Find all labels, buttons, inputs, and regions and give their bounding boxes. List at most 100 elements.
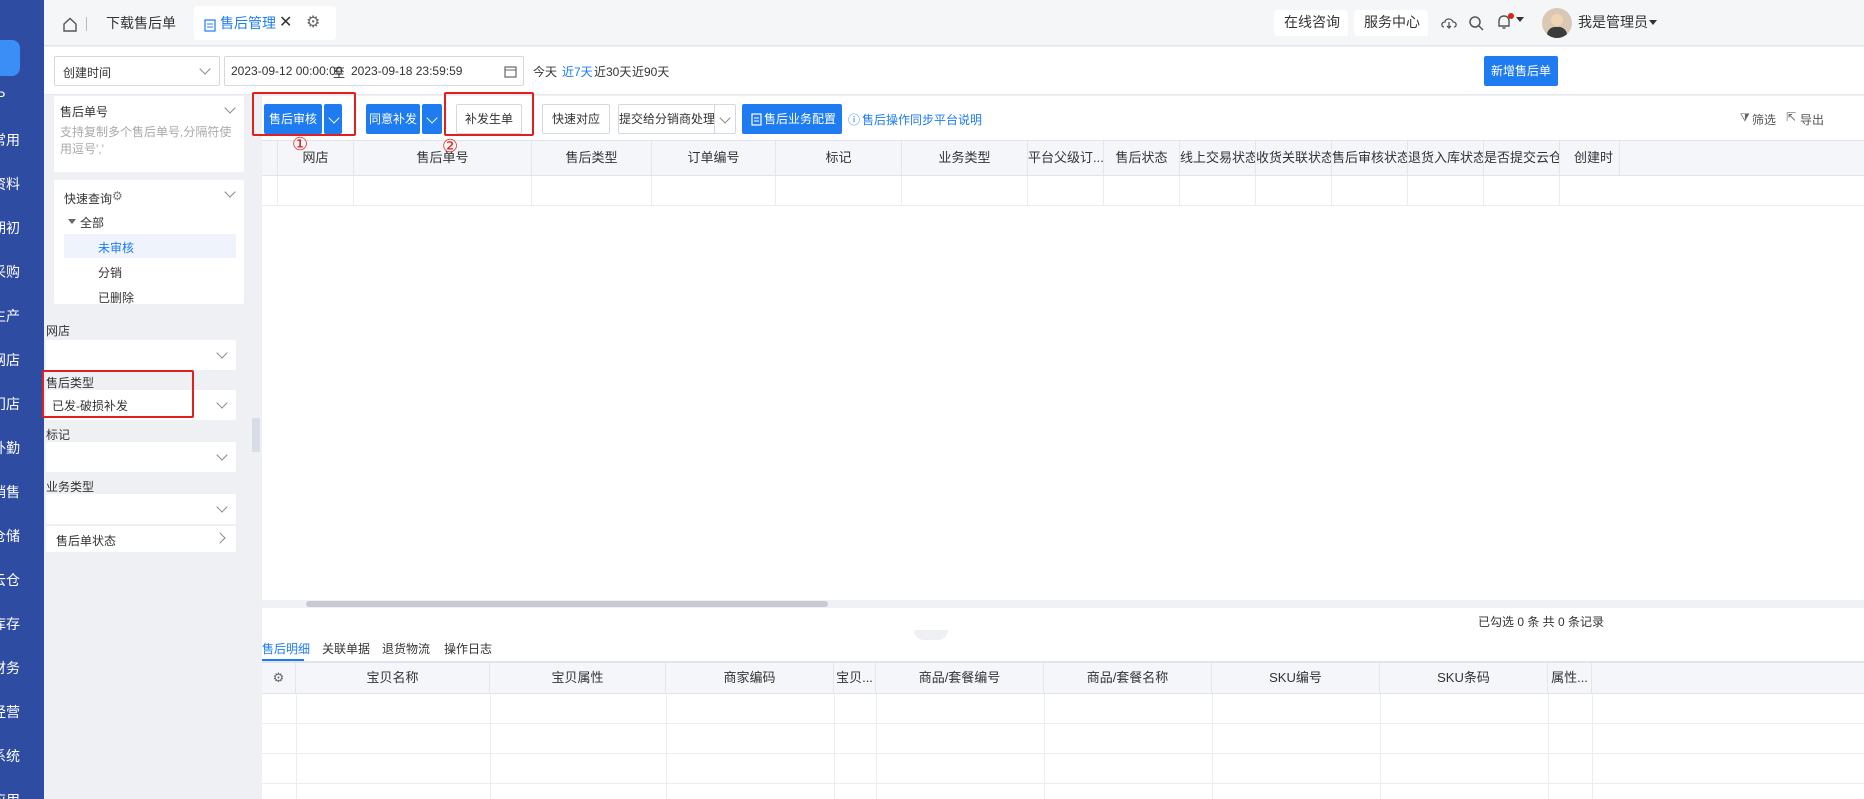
nav-item-opening[interactable]: 期初 <box>0 218 20 238</box>
column-header[interactable]: 属性... <box>1548 663 1592 693</box>
user-menu-caret-icon[interactable] <box>1649 20 1657 25</box>
column-header[interactable]: 平台父级订... <box>1028 141 1104 175</box>
nav-item-finance[interactable]: 财务 <box>0 658 20 678</box>
submit-distributor-button[interactable]: 提交给分销商处理 <box>618 104 716 134</box>
nav-item-data[interactable]: 资料 <box>0 174 20 194</box>
nav-item-store[interactable]: 门店 <box>0 394 20 414</box>
order-no-textarea[interactable]: 支持复制多个售后单号,分隔符使用逗号',' <box>60 124 240 158</box>
nav-item-common[interactable]: 常用 <box>0 130 20 150</box>
column-header[interactable]: 售后审核状态 <box>1332 141 1408 175</box>
tree-item-unaudited[interactable]: 未审核 <box>98 239 134 256</box>
new-aftersale-button[interactable]: 新增售后单 <box>1484 56 1558 86</box>
column-header[interactable]: 线上交易状态 <box>1180 141 1256 175</box>
chevron-down-icon[interactable] <box>224 186 236 198</box>
column-header[interactable]: 宝贝属性 <box>490 663 666 693</box>
column-header[interactable]: 网店 <box>278 141 354 175</box>
nav-item-field[interactable]: 外勤 <box>0 438 20 458</box>
quick-match-button[interactable]: 快速对应 <box>542 104 610 134</box>
tree-item-deleted[interactable]: 已删除 <box>98 289 134 306</box>
column-header[interactable]: 宝贝名称 <box>296 663 490 693</box>
column-header[interactable]: 订单编号 <box>652 141 776 175</box>
column-header[interactable]: 商品/套餐编号 <box>876 663 1044 693</box>
config-button[interactable]: 售后业务配置 <box>742 104 842 134</box>
nav-item-cloud-warehouse[interactable]: 云仓 <box>0 570 20 590</box>
nav-item-production[interactable]: 生产 <box>0 306 20 326</box>
business-type-select[interactable] <box>46 494 236 524</box>
horizontal-scrollbar[interactable] <box>262 600 1864 608</box>
nav-item-purchase[interactable]: 采购 <box>0 262 20 282</box>
chevron-down-icon[interactable] <box>224 102 236 114</box>
date-range-picker[interactable]: 2023-09-12 00:00:00 至 2023-09-18 23:59:5… <box>224 56 524 86</box>
date-field-select[interactable]: 创建时间 <box>54 56 220 86</box>
online-consult-button[interactable]: 在线咨询 <box>1284 12 1340 32</box>
range-30days[interactable]: 近30天 <box>594 63 631 80</box>
column-header[interactable]: 创建时 <box>1560 141 1620 175</box>
tree-item-distribution[interactable]: 分销 <box>98 264 122 281</box>
column-header[interactable]: 售后类型 <box>532 141 652 175</box>
column-header[interactable]: 退货入库状态 <box>1408 141 1484 175</box>
mark-select[interactable] <box>46 442 236 472</box>
column-checkbox[interactable] <box>262 141 278 175</box>
export-icon[interactable]: ⇱ <box>1786 110 1796 124</box>
table-row <box>262 754 1864 784</box>
settings-icon[interactable]: ⚙ <box>112 189 123 203</box>
help-link[interactable]: 售后操作同步平台说明 <box>862 111 982 128</box>
agree-resend-button[interactable]: 同意补发 <box>366 104 420 134</box>
column-header[interactable]: 收货关联状态 <box>1256 141 1332 175</box>
tab-aftersale-detail[interactable]: 售后明细 <box>262 640 310 657</box>
service-center-button[interactable]: 服务中心 <box>1364 12 1420 32</box>
tab-operation-log[interactable]: 操作日志 <box>444 640 492 657</box>
tab-download-aftersale[interactable]: 下载售后单 <box>106 10 176 36</box>
home-icon[interactable] <box>62 17 78 32</box>
column-header[interactable]: SKU条码 <box>1380 663 1548 693</box>
calendar-icon[interactable] <box>504 65 517 78</box>
column-header[interactable]: 商品/套餐名称 <box>1044 663 1212 693</box>
close-tab-icon[interactable]: ✕ <box>279 10 292 36</box>
tab-return-logistics[interactable]: 退货物流 <box>382 640 430 657</box>
caret-down-icon[interactable] <box>1516 17 1524 22</box>
nav-item-sales[interactable]: 销售 <box>0 482 20 502</box>
scrollbar-thumb[interactable] <box>306 601 828 607</box>
range-today[interactable]: 今天 <box>533 63 557 80</box>
order-status-filter[interactable]: 售后单状态 <box>46 526 236 552</box>
tree-root-all[interactable]: 全部 <box>80 214 104 231</box>
tab-related-docs[interactable]: 关联单据 <box>322 640 370 657</box>
date-start-input[interactable]: 2023-09-12 00:00:00 <box>231 64 342 78</box>
export-button[interactable]: 导出 <box>1800 111 1824 128</box>
nav-item-apps[interactable]: 应用 <box>0 790 20 799</box>
tree-expand-icon[interactable] <box>68 219 76 224</box>
date-end-input[interactable]: 2023-09-18 23:59:59 <box>351 64 462 78</box>
nav-item-operation[interactable]: 经营 <box>0 702 20 722</box>
shop-select[interactable] <box>46 340 236 370</box>
left-nav: RP 常用 资料 期初 采购 生产 网店 门店 外勤 销售 仓储 云仓 库存 财… <box>0 0 44 799</box>
nav-item-inventory[interactable]: 库存 <box>0 614 20 634</box>
column-header[interactable]: 业务类型 <box>902 141 1028 175</box>
column-header[interactable]: 标记 <box>776 141 902 175</box>
annotation-marker-1: ① <box>292 134 309 154</box>
range-7days[interactable]: 近7天 <box>562 63 593 80</box>
nav-item-warehouse[interactable]: 仓储 <box>0 526 20 546</box>
cloud-download-icon[interactable] <box>1440 16 1458 30</box>
avatar[interactable] <box>1542 8 1572 38</box>
range-90days[interactable]: 近90天 <box>632 63 669 80</box>
settings-icon[interactable]: ⚙ <box>262 663 296 693</box>
column-header[interactable]: 售后状态 <box>1104 141 1180 175</box>
column-header[interactable]: SKU编号 <box>1212 663 1380 693</box>
gear-icon[interactable]: ⚙ <box>306 10 320 36</box>
filter-icon[interactable]: ⧩ <box>1740 112 1750 125</box>
agree-resend-dropdown[interactable] <box>422 104 442 134</box>
filter-button[interactable]: 筛选 <box>1752 111 1776 128</box>
user-name[interactable]: 我是管理员 <box>1578 12 1648 32</box>
quick-query-label: 快速查询 <box>64 192 113 206</box>
nav-item-shop[interactable]: 网店 <box>0 350 20 370</box>
app-logo[interactable] <box>0 40 20 76</box>
collapse-panel-handle[interactable] <box>252 418 260 452</box>
nav-item-system[interactable]: 系统 <box>0 746 20 766</box>
column-header[interactable]: 商家编码 <box>666 663 834 693</box>
search-icon[interactable] <box>1468 15 1484 31</box>
submit-distributor-dropdown[interactable] <box>714 104 736 134</box>
column-header[interactable]: 宝贝... <box>834 663 876 693</box>
column-header[interactable]: 是否提交云仓 <box>1484 141 1560 175</box>
divider <box>86 17 87 31</box>
tab-aftersale-management[interactable]: 售后管理 <box>220 10 276 36</box>
